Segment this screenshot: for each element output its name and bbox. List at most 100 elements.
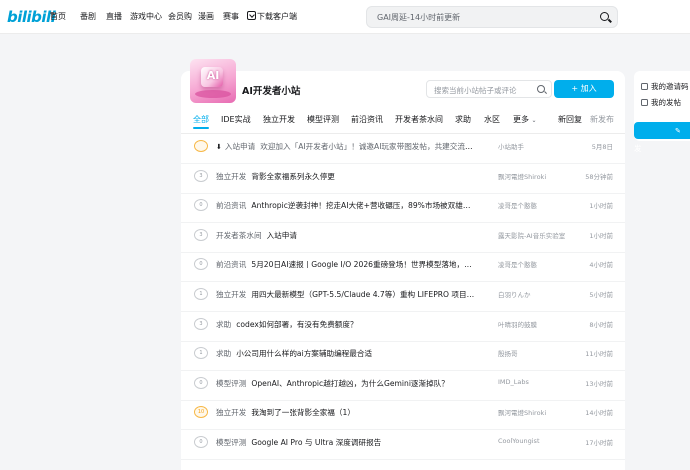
post-time: 4小时前 [589,261,613,270]
post-author[interactable]: 飘河電燈Shiroki [498,171,578,181]
sort-reply-prefix: 新 [558,115,566,124]
post-category[interactable]: 求助 [216,349,231,358]
post-title-line[interactable]: 独立开发 用四大最新模型（GPT-5.5/Claude 4.7等）重构 LIFEP… [216,289,478,300]
post-category[interactable]: 独立开发 [216,408,246,417]
post-row[interactable]: 1 独立开发 用四大最新模型（GPT-5.5/Claude 4.7等）重构 LIFE… [181,282,625,312]
tab-all[interactable]: 全部 [193,114,209,125]
post-title-line[interactable]: 独立开发 我淘到了一张背影全家福（1） [216,407,478,418]
sort-new[interactable]: 新发布 [590,114,614,125]
tab-frontier[interactable]: 前沿资讯 [351,114,383,125]
tab-indie[interactable]: 独立开发 [263,114,295,125]
reply-count-badge: 0 [194,436,208,448]
post-author[interactable]: 白羽りんか [498,289,578,299]
post-author[interactable]: 小站助手 [498,141,578,151]
sidebar-my-posts[interactable]: 我的发帖 [641,97,681,108]
tab-more-label: 更多 [513,115,529,124]
post-title[interactable]: 入站申请 [267,231,297,240]
post-author[interactable]: 露天影院-AI音乐实验室 [498,230,578,240]
post-time: 5小时前 [589,291,613,299]
avatar-base-graphic [195,90,231,98]
tab-help[interactable]: 求助 [455,114,471,125]
post-title-line[interactable]: 模型评测 Google AI Pro 与 Ultra 深度调研报告 [216,437,478,448]
community-search-input[interactable]: 搜索当前小站帖子或评论 [426,80,552,98]
nav-esports[interactable]: 赛事 [223,11,239,22]
community-card: AI AI开发者小站 搜索当前小站帖子或评论 + 加入 全部 IDE实战 独立开… [181,59,625,470]
tab-water[interactable]: 开发者茶水间 [395,114,443,125]
post-author[interactable]: CoolYoungist [498,437,578,445]
post-title-line[interactable]: 前沿资讯 5月20日AI速报丨Google I/O 2026重磅登场！世界模型落地… [216,259,478,270]
post-title[interactable]: 背影全家福系列永久停更 [251,172,335,181]
post-category[interactable]: 独立开发 [216,172,246,181]
post-row[interactable]: 10 独立开发 我淘到了一张背影全家福（1） 飘河電燈Shiroki 14小时前 [181,400,625,431]
nav-live[interactable]: 直播 [106,11,122,22]
post-row[interactable]: 0 模型评测 OpenAI、Anthropic越打越凶，为什么Gemini逐渐掉队？… [181,371,625,401]
post-title-line[interactable]: 求助 codex如何部署，有没有免费额度？ [216,319,478,330]
category-tabs: 全部 IDE实战 独立开发 模型评测 前沿资讯 开发者茶水间 求助 水区 更多 … [181,114,625,132]
post-title[interactable]: 5月20日AI速报丨Google I/O 2026重磅登场！世界模型落地，全民智… [251,260,478,269]
tab-zone[interactable]: 水区 [484,114,500,125]
post-time: 1小时前 [589,231,613,240]
post-row[interactable]: 1 求助 小公司用什么样的ai方案辅助编程最合适 殷扬哥 11小时前 [181,341,625,372]
post-category[interactable]: 前沿资讯 [216,201,246,210]
download-icon[interactable] [247,11,256,20]
post-author[interactable]: IMD_Labs [498,378,578,386]
tab-more[interactable]: 更多 ⌄ [513,114,537,125]
post-author[interactable]: 殷扬哥 [498,348,578,358]
reply-count-badge: 1 [194,288,208,300]
nav-manga[interactable]: 漫画 [198,11,214,22]
search-icon[interactable] [537,85,545,93]
post-button[interactable]: ✎ 发 [634,122,690,153]
post-row[interactable]: 0 前沿资讯 Anthropic逆袭封神！挖走AI大佬+营收碾压，89%市场被双雄包… [181,193,625,224]
post-category[interactable]: 开发者茶水间 [216,231,262,240]
reply-count-badge: 3 [194,228,208,241]
reply-count-badge: 3 [194,169,208,182]
post-row[interactable]: 3 独立开发 背影全家福系列永久停更 飘河電燈Shiroki 58分钟前 [181,164,625,194]
post-author[interactable]: 凌哥是个憨憨 [498,259,578,269]
post-category[interactable]: 模型评测 [216,438,246,447]
community-avatar: AI [190,59,236,103]
post-category[interactable]: 独立开发 [216,290,246,299]
post-author[interactable]: 飘河電燈Shiroki [498,407,578,417]
tab-ide[interactable]: IDE实战 [221,114,251,125]
post-row[interactable]: 0 模型评测 Google AI Pro 与 Ultra 深度调研报告 CoolYou… [181,430,625,460]
post-author[interactable]: 凌哥是个憨憨 [498,200,578,210]
tab-model-review[interactable]: 模型评测 [307,114,339,125]
post-row[interactable]: 0 前沿资讯 5月20日AI速报丨Google I/O 2026重磅登场！世界模型落… [181,252,625,283]
header-search-input[interactable]: GAI周延-14小时前更新 [366,6,618,28]
sort-reply[interactable]: 新回复 [558,114,582,125]
join-button[interactable]: + 加入 [554,80,614,98]
nav-download[interactable]: 下载客户端 [257,11,297,22]
post-title-line[interactable]: 模型评测 OpenAI、Anthropic越打越凶，为什么Gemini逐渐掉队？ [216,378,478,389]
sidebar-invite-code[interactable]: 我的邀请码 [641,81,689,92]
post-title[interactable]: 用四大最新模型（GPT-5.5/Claude 4.7等）重构 LIFEPRO 项… [251,290,478,299]
nav-vip-mall[interactable]: 会员购 [168,11,192,22]
post-category[interactable]: 求助 [216,320,231,329]
post-title[interactable]: Anthropic逆袭封神！挖走AI大佬+营收碾压，89%市场被双雄包揽，A..… [251,201,478,210]
post-title-line[interactable]: ⬇ 入站申请 欢迎加入「AI开发者小站」！诚邀AI玩家带图发帖，共建交流论坛！ [216,141,478,152]
bilibili-logo[interactable]: bilibili [7,8,56,26]
post-row[interactable]: 3 求助 codex如何部署，有没有免费额度？ 叶晴羽的鼓膜 8小时前 [181,312,625,342]
post-row[interactable]: ⬇ 入站申请 欢迎加入「AI开发者小站」！诚邀AI玩家带图发帖，共建交流论坛！ 小站助… [181,134,625,164]
post-title[interactable]: Google AI Pro 与 Ultra 深度调研报告 [251,438,381,447]
post-author[interactable]: 叶晴羽的鼓膜 [498,319,578,329]
post-title[interactable]: 欢迎加入「AI开发者小站」！诚邀AI玩家带图发帖，共建交流论坛！ [260,142,478,151]
post-title-line[interactable]: 求助 小公司用什么样的ai方案辅助编程最合适 [216,348,478,359]
post-title-line[interactable]: 前沿资讯 Anthropic逆袭封神！挖走AI大佬+营收碾压，89%市场被双雄包揽… [216,200,478,211]
post-time: 17小时前 [585,439,613,447]
post-title-line[interactable]: 开发者茶水间 入站申请 [216,230,478,241]
posts-icon [641,99,648,106]
nav-game-center[interactable]: 游戏中心 [130,11,162,22]
search-icon[interactable] [600,12,609,21]
post-category[interactable]: 入站申请 [225,142,255,151]
post-category[interactable]: 模型评测 [216,379,246,388]
reply-count-badge: 1 [194,347,208,360]
post-title[interactable]: codex如何部署，有没有免费额度？ [236,320,357,329]
post-title[interactable]: OpenAI、Anthropic越打越凶，为什么Gemini逐渐掉队？ [251,379,449,388]
post-category[interactable]: 前沿资讯 [216,260,246,269]
post-row[interactable]: 3 开发者茶水间 入站申请 露天影院-AI音乐实验室 1小时前 [181,223,625,253]
post-title[interactable]: 我淘到了一张背影全家福（1） [251,408,355,417]
nav-anime[interactable]: 番剧 [80,11,96,22]
header-search-placeholder: GAI周延-14小时前更新 [377,13,461,22]
post-title[interactable]: 小公司用什么样的ai方案辅助编程最合适 [236,349,372,358]
post-title-line[interactable]: 独立开发 背影全家福系列永久停更 [216,171,478,182]
